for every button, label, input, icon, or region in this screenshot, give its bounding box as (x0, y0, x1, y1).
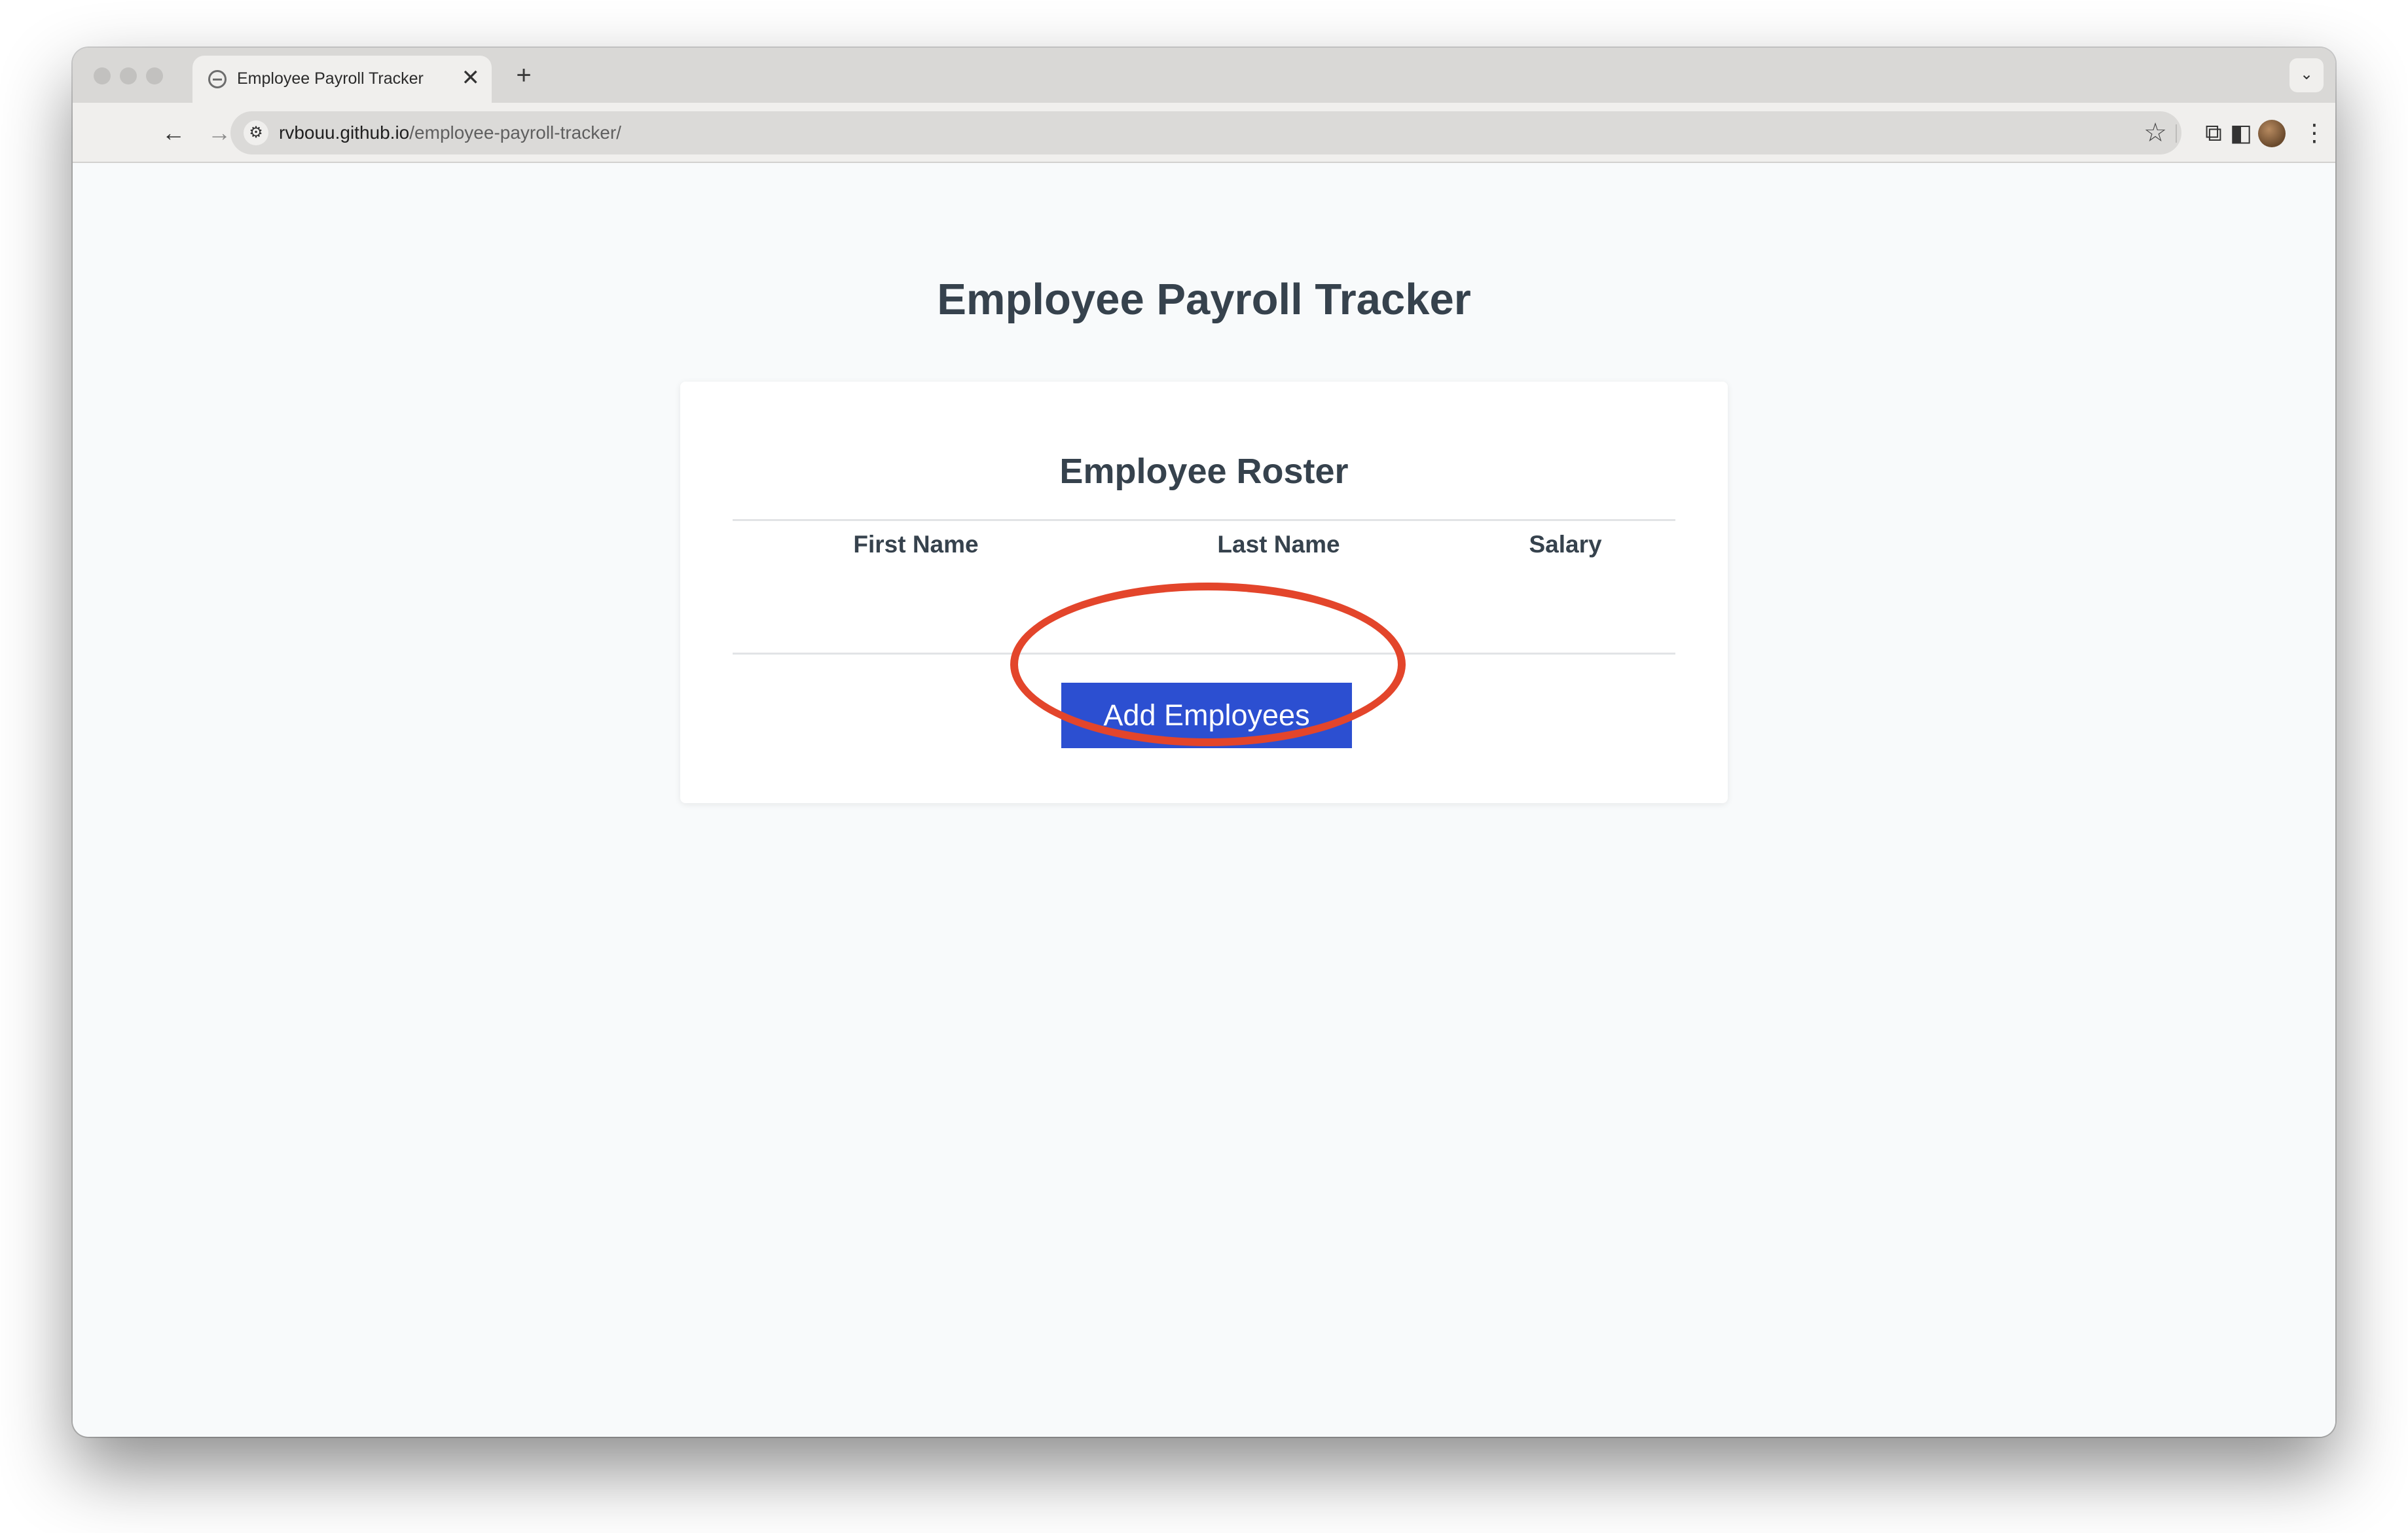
globe-icon (208, 70, 227, 88)
tab-strip: Employee Payroll Tracker ✕ + ⌄ (73, 48, 2335, 103)
tune-icon[interactable]: ⚙ (244, 120, 268, 145)
tab-title: Employee Payroll Tracker (237, 69, 424, 88)
zoom-window-button[interactable] (146, 67, 163, 84)
kebab-menu-icon[interactable]: ⋮ (2297, 116, 2331, 150)
close-window-button[interactable] (94, 67, 111, 84)
page-title: Employee Payroll Tracker (937, 275, 1471, 324)
new-tab-button[interactable]: + (507, 60, 540, 92)
table-bottom-divider (733, 653, 1675, 655)
minimize-window-button[interactable] (120, 67, 137, 84)
address-bar[interactable]: ⚙ rvbouu.github.io/employee-payroll-trac… (230, 111, 2181, 154)
add-employees-button[interactable]: Add Employees (1061, 683, 1352, 748)
table-top-divider (733, 519, 1675, 521)
column-header-last-name: Last Name (1217, 531, 1340, 558)
toolbar-controls: → ↻ ⚙ rvbouu.github.io/employee-payroll-… (73, 103, 2335, 163)
toolbar-separator (2176, 124, 2177, 143)
url-host: rvbouu.github.io (279, 122, 410, 143)
column-header-first-name: First Name (853, 531, 979, 558)
address-url[interactable]: rvbouu.github.io/employee-payroll-tracke… (279, 122, 621, 143)
tab-search-button[interactable]: ⌄ (2289, 58, 2324, 92)
side-panel-icon[interactable]: ◧ (2224, 116, 2258, 150)
employee-roster-card: Employee Roster First Name Last Name Sal… (680, 382, 1728, 803)
browser-window: Employee Payroll Tracker ✕ + ⌄ ← Employe… (73, 48, 2335, 1437)
page-viewport: Employee Payroll Tracker Employee Roster… (73, 164, 2335, 1437)
roster-title: Employee Roster (1059, 452, 1349, 491)
close-tab-icon[interactable]: ✕ (462, 65, 481, 91)
column-header-salary: Salary (1529, 531, 1602, 558)
avatar[interactable] (2258, 120, 2286, 147)
tab-employee-payroll-tracker[interactable]: Employee Payroll Tracker ✕ (192, 56, 492, 103)
url-path: /employee-payroll-tracker/ (409, 122, 621, 143)
star-icon[interactable]: ☆ (2143, 117, 2167, 149)
